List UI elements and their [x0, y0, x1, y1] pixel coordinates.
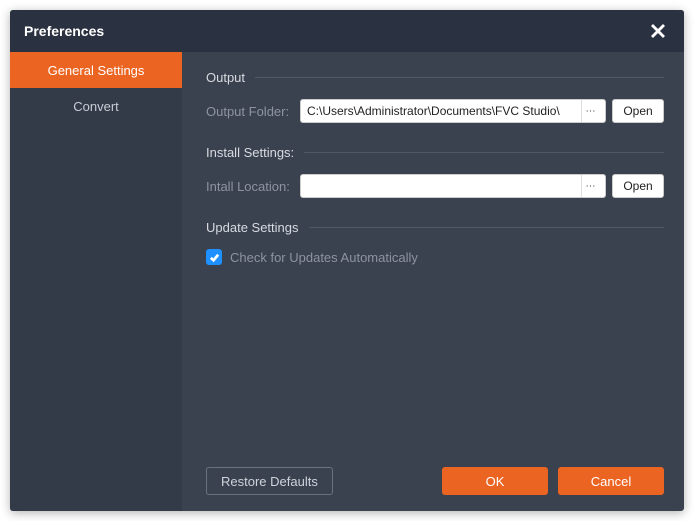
install-location-label: Intall Location:	[206, 179, 294, 194]
cancel-button[interactable]: Cancel	[558, 467, 664, 495]
window-title: Preferences	[24, 23, 104, 39]
sidebar-item-label: General Settings	[48, 63, 145, 78]
sidebar: General Settings Convert	[10, 52, 182, 511]
auto-update-row: Check for Updates Automatically	[206, 249, 664, 265]
divider	[309, 227, 664, 228]
sidebar-item-general-settings[interactable]: General Settings	[10, 52, 182, 88]
section-header-update: Update Settings	[206, 220, 664, 235]
button-label: OK	[486, 474, 505, 489]
section-header-output: Output	[206, 70, 664, 85]
section-title: Output	[206, 70, 245, 85]
section-title: Install Settings:	[206, 145, 294, 160]
footer: Restore Defaults OK Cancel	[206, 467, 664, 495]
section-title: Update Settings	[206, 220, 299, 235]
button-label: Restore Defaults	[221, 474, 318, 489]
check-icon	[209, 252, 220, 263]
divider	[304, 152, 664, 153]
sidebar-item-convert[interactable]: Convert	[10, 88, 182, 124]
install-location-input[interactable]: ⋯	[300, 174, 606, 198]
divider	[255, 77, 664, 78]
open-label: Open	[623, 104, 652, 118]
sidebar-item-label: Convert	[73, 99, 119, 114]
section-output: Output Output Folder: C:\Users\Administr…	[206, 70, 664, 123]
browse-install-button[interactable]: ⋯	[581, 175, 599, 197]
output-folder-label: Output Folder:	[206, 104, 294, 119]
auto-update-checkbox[interactable]	[206, 249, 222, 265]
ok-button[interactable]: OK	[442, 467, 548, 495]
content: Output Output Folder: C:\Users\Administr…	[182, 52, 684, 511]
open-output-button[interactable]: Open	[612, 99, 664, 123]
output-folder-value: C:\Users\Administrator\Documents\FVC Stu…	[307, 104, 577, 118]
open-install-button[interactable]: Open	[612, 174, 664, 198]
browse-output-button[interactable]: ⋯	[581, 100, 599, 122]
section-install: Install Settings: Intall Location: ⋯ Ope…	[206, 145, 664, 198]
button-label: Cancel	[591, 474, 631, 489]
ellipsis-icon: ⋯	[586, 106, 596, 117]
preferences-window: Preferences General Settings Convert Out…	[10, 10, 684, 511]
section-update: Update Settings Check for Updates Automa…	[206, 220, 664, 265]
output-folder-row: Output Folder: C:\Users\Administrator\Do…	[206, 99, 664, 123]
close-button[interactable]	[646, 19, 670, 43]
section-header-install: Install Settings:	[206, 145, 664, 160]
restore-defaults-button[interactable]: Restore Defaults	[206, 467, 333, 495]
body: General Settings Convert Output Output F…	[10, 52, 684, 511]
open-label: Open	[623, 179, 652, 193]
close-icon	[651, 24, 665, 38]
auto-update-label: Check for Updates Automatically	[230, 250, 418, 265]
install-location-row: Intall Location: ⋯ Open	[206, 174, 664, 198]
titlebar: Preferences	[10, 10, 684, 52]
output-folder-input[interactable]: C:\Users\Administrator\Documents\FVC Stu…	[300, 99, 606, 123]
ellipsis-icon: ⋯	[586, 181, 596, 192]
